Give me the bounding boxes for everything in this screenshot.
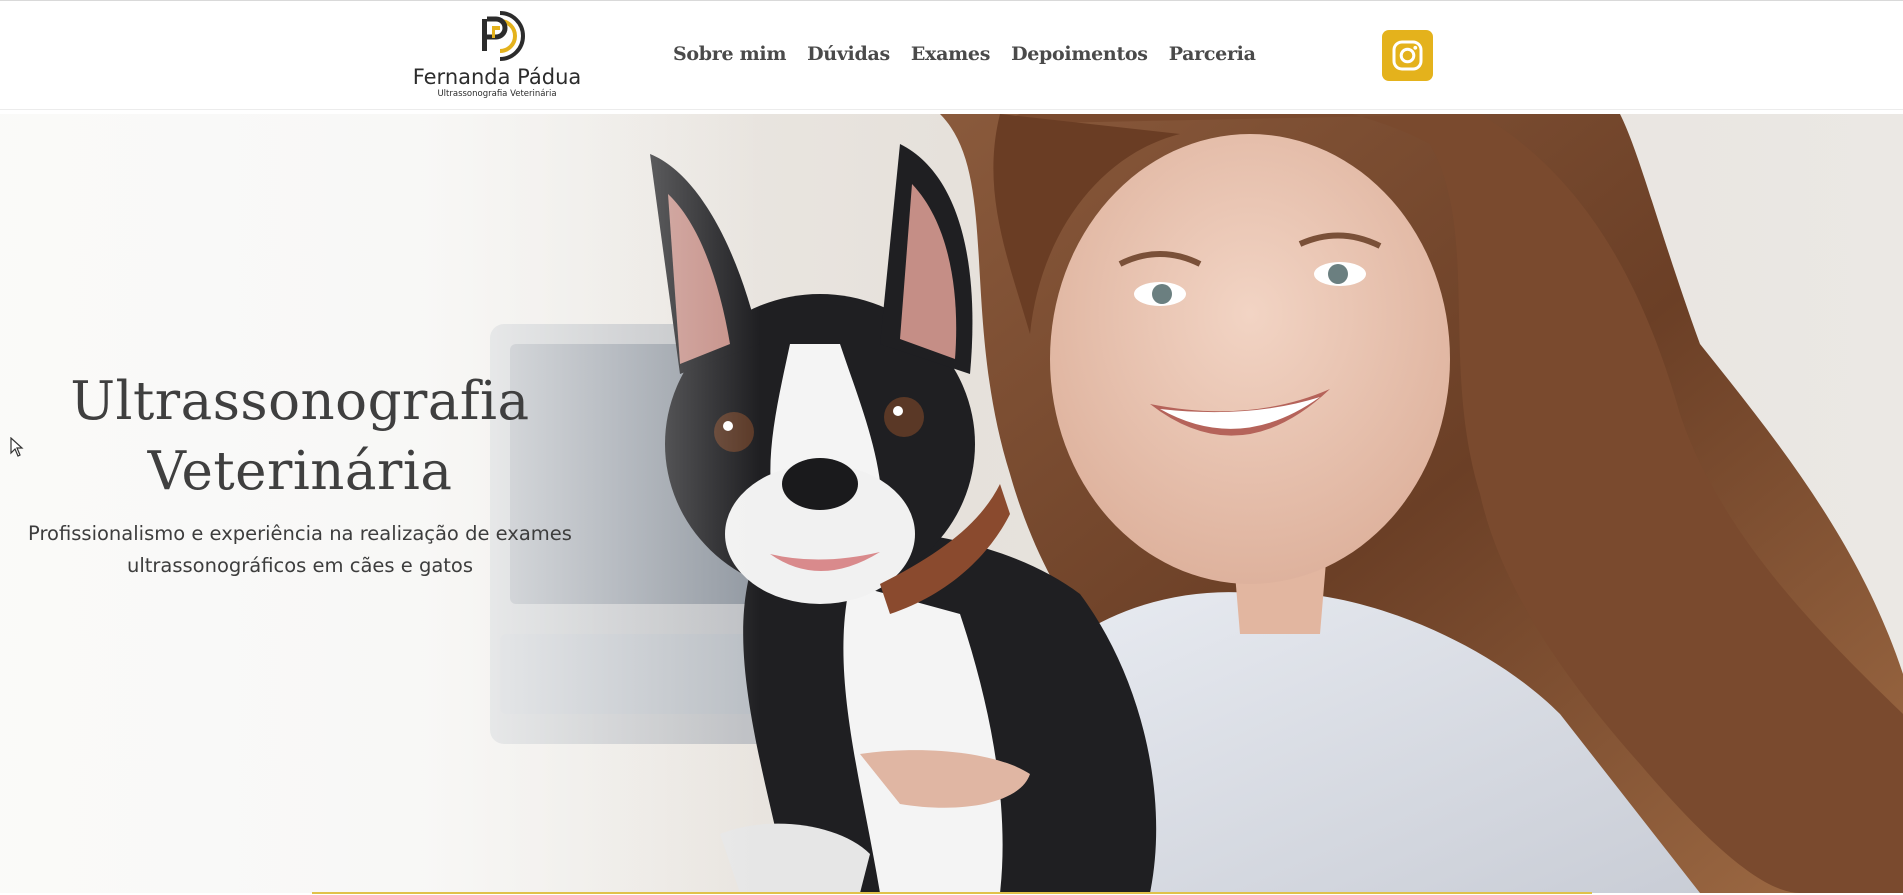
hero-subtitle-line2: ultrassonográficos em cães e gatos <box>126 554 474 577</box>
logo-subtitle: Ultrassonografia Veterinária <box>437 89 557 99</box>
nav-depoimentos[interactable]: Depoimentos <box>1011 43 1148 73</box>
logo[interactable]: Fernanda Pádua Ultrassonografia Veteriná… <box>412 7 582 99</box>
nav-duvidas[interactable]: Dúvidas <box>807 43 890 73</box>
hero-title-line1: Ultrassonografia <box>70 371 530 432</box>
hero-title: Ultrassonografia Veterinária <box>0 367 600 507</box>
hero-bottom-accent-line <box>312 892 1592 894</box>
logo-name: Fernanda Pádua <box>412 65 582 89</box>
hero-title-line2: Veterinária <box>147 441 453 502</box>
nav-sobre-mim[interactable]: Sobre mim <box>673 43 786 73</box>
mouse-cursor-icon <box>10 437 24 457</box>
instagram-button[interactable] <box>1382 30 1433 81</box>
page: Fernanda Pádua Ultrassonografia Veteriná… <box>0 0 1903 895</box>
main-nav: Sobre mim Dúvidas Exames Depoimentos Par… <box>673 43 1277 73</box>
site-header: Fernanda Pádua Ultrassonografia Veteriná… <box>0 1 1903 110</box>
logo-mark-icon <box>482 11 525 61</box>
nav-parceria[interactable]: Parceria <box>1169 43 1256 73</box>
instagram-icon <box>1392 40 1423 71</box>
hero-section: Ultrassonografia Veterinária Profissiona… <box>0 114 1903 893</box>
nav-exames[interactable]: Exames <box>911 43 991 73</box>
hero-subtitle: Profissionalismo e experiência na realiz… <box>20 518 580 582</box>
hero-subtitle-line1: Profissionalismo e experiência na realiz… <box>28 522 572 545</box>
